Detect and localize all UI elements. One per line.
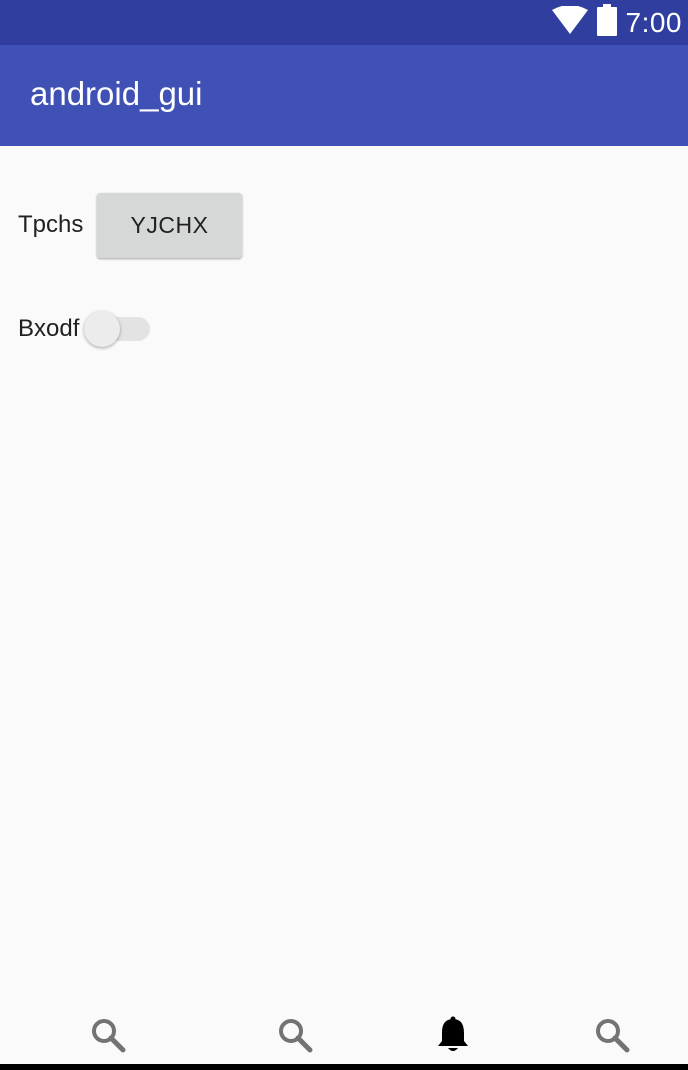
bell-icon — [437, 1016, 469, 1059]
status-bar: 7:00 — [0, 0, 688, 45]
tpchs-label: Tpchs — [18, 211, 84, 238]
switch-thumb — [84, 311, 120, 347]
bxodf-switch[interactable] — [84, 311, 152, 347]
bottom-navigation — [0, 1010, 688, 1064]
bottom-divider — [0, 1064, 688, 1070]
status-time: 7:00 — [625, 6, 682, 38]
wifi-icon — [551, 5, 588, 39]
nav-item-search-1[interactable] — [78, 1010, 138, 1064]
status-icons: 7:00 — [551, 0, 683, 45]
app-bar: android_gui — [0, 45, 688, 146]
nav-item-notifications[interactable] — [423, 1010, 483, 1064]
yjchx-button[interactable]: YJCHX — [97, 193, 242, 258]
nav-item-search-3[interactable] — [582, 1010, 642, 1064]
app-title: android_gui — [30, 75, 203, 112]
search-icon — [277, 1017, 313, 1058]
search-icon — [594, 1017, 630, 1058]
nav-item-search-2[interactable] — [265, 1010, 325, 1064]
bxodf-label: Bxodf — [18, 315, 80, 342]
search-icon — [90, 1017, 126, 1058]
battery-icon — [596, 4, 618, 41]
